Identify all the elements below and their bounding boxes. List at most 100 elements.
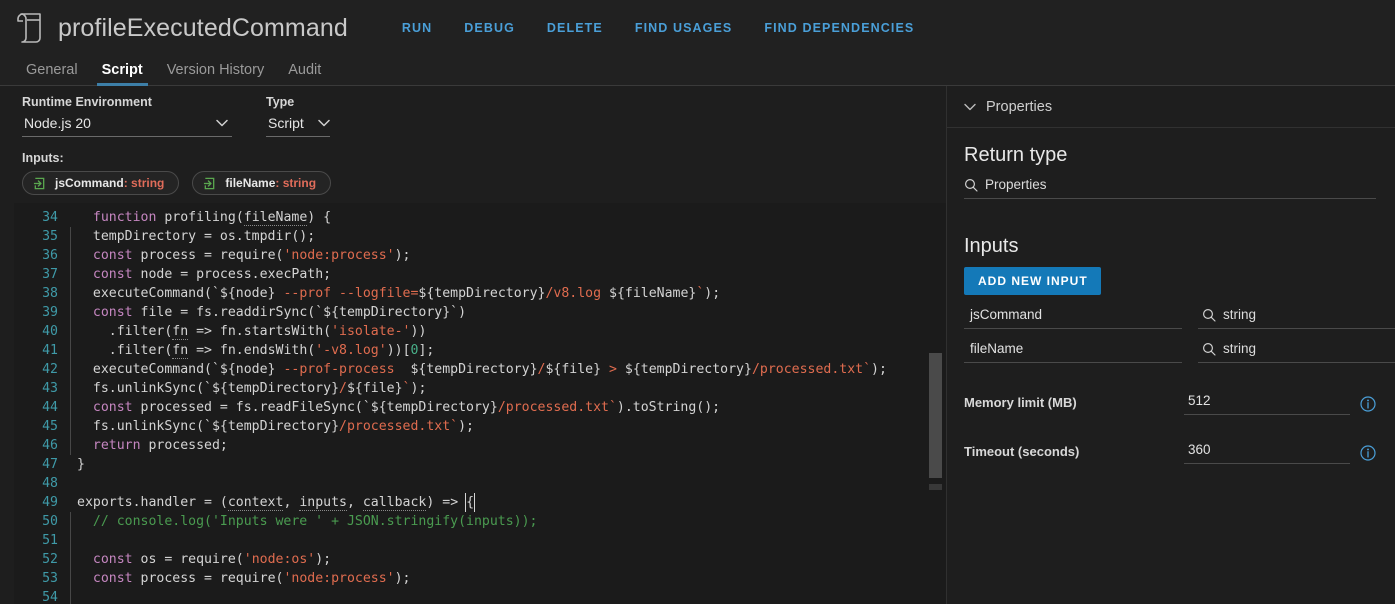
delete-button[interactable]: DELETE bbox=[531, 15, 619, 41]
indent-guide bbox=[66, 569, 77, 588]
input-arrow-icon bbox=[204, 177, 215, 189]
code-line[interactable]: 52 const os = require('node:os'); bbox=[14, 550, 946, 569]
code-line[interactable]: 35 tempDirectory = os.tmpdir(); bbox=[14, 227, 946, 246]
line-number: 35 bbox=[42, 229, 58, 244]
code-line[interactable]: 53 const process = require('node:process… bbox=[14, 569, 946, 588]
indent-guide bbox=[66, 436, 77, 455]
input-type-value: string bbox=[1223, 341, 1257, 356]
code-scrollbar-thumb[interactable] bbox=[929, 353, 942, 478]
input-chip-type: : string bbox=[123, 176, 165, 190]
line-number: 51 bbox=[42, 533, 58, 548]
input-type-value: string bbox=[1223, 307, 1257, 322]
code-line[interactable]: 40 .filter(fn => fn.startsWith('isolate-… bbox=[14, 322, 946, 341]
memory-limit-label: Memory limit (MB) bbox=[964, 395, 1077, 410]
tab-bar: General Script Version History Audit bbox=[0, 56, 1395, 86]
info-icon[interactable] bbox=[1360, 396, 1376, 412]
line-number: 38 bbox=[42, 286, 58, 301]
tab-general[interactable]: General bbox=[14, 62, 90, 85]
indent-guide bbox=[66, 303, 77, 322]
tab-version-history[interactable]: Version History bbox=[155, 62, 277, 85]
input-chip-type: : string bbox=[275, 176, 317, 190]
code-line[interactable]: 36 const process = require('node:process… bbox=[14, 246, 946, 265]
code-line[interactable]: 47} bbox=[14, 455, 946, 474]
tab-script[interactable]: Script bbox=[90, 62, 155, 86]
line-number: 54 bbox=[42, 590, 58, 604]
code-text: function profiling(fileName) { bbox=[92, 210, 332, 226]
memory-limit-row: Memory limit (MB) 512 bbox=[964, 393, 1395, 415]
line-number: 43 bbox=[42, 381, 58, 396]
code-line[interactable]: 38 executeCommand(`${node} --prof --logf… bbox=[14, 284, 946, 303]
code-line[interactable]: 51 bbox=[14, 531, 946, 550]
code-line[interactable]: 45 fs.unlinkSync(`${tempDirectory}/proce… bbox=[14, 417, 946, 436]
indent-guide bbox=[66, 284, 77, 303]
code-line[interactable]: 39 const file = fs.readdirSync(`${tempDi… bbox=[14, 303, 946, 322]
code-line[interactable]: 43 fs.unlinkSync(`${tempDirectory}/${fil… bbox=[14, 379, 946, 398]
indent-guide bbox=[66, 417, 77, 436]
input-chips: jsCommand : string fileName : string bbox=[22, 171, 946, 195]
line-number: 34 bbox=[42, 210, 58, 225]
indent-guide bbox=[66, 246, 77, 265]
line-number: 53 bbox=[42, 571, 58, 586]
code-line[interactable]: 34 function profiling(fileName) { bbox=[14, 208, 946, 227]
code-text: const os = require('node:os'); bbox=[92, 552, 332, 567]
input-chip-filename[interactable]: fileName : string bbox=[192, 171, 332, 195]
find-usages-button[interactable]: FIND USAGES bbox=[619, 15, 749, 41]
input-name-field[interactable]: fileName bbox=[964, 341, 1182, 363]
code-line[interactable]: 46 return processed; bbox=[14, 436, 946, 455]
chevron-down-icon bbox=[318, 119, 330, 127]
indent-guide bbox=[66, 227, 77, 246]
run-button[interactable]: RUN bbox=[386, 15, 448, 41]
return-type-input[interactable]: Properties bbox=[964, 177, 1376, 199]
line-number: 46 bbox=[42, 438, 58, 453]
code-line[interactable]: 41 .filter(fn => fn.endsWith('-v8.log'))… bbox=[14, 341, 946, 360]
input-type-field[interactable]: string bbox=[1198, 307, 1395, 329]
tab-audit[interactable]: Audit bbox=[276, 62, 333, 85]
line-number: 36 bbox=[42, 248, 58, 263]
code-text: return processed; bbox=[92, 438, 228, 453]
code-text: const node = process.execPath; bbox=[92, 267, 332, 282]
add-new-input-button[interactable]: ADD NEW INPUT bbox=[964, 267, 1101, 295]
code-text: executeCommand(`${node} --prof --logfile… bbox=[77, 286, 721, 301]
code-text: tempDirectory = os.tmpdir(); bbox=[77, 229, 316, 244]
chevron-down-icon bbox=[964, 103, 976, 110]
runtime-environment-select[interactable]: Node.js 20 bbox=[22, 113, 232, 137]
code-line[interactable]: 37 const node = process.execPath; bbox=[14, 265, 946, 284]
code-line[interactable]: 49 exports.handler = (context, inputs, ca… bbox=[14, 493, 946, 512]
type-select[interactable]: Script bbox=[266, 113, 330, 137]
code-text: } bbox=[77, 457, 85, 472]
input-chip-jscommand[interactable]: jsCommand : string bbox=[22, 171, 180, 195]
code-text: fs.unlinkSync(`${tempDirectory}/${file}`… bbox=[77, 381, 427, 396]
code-text: fs.unlinkSync(`${tempDirectory}/processe… bbox=[77, 419, 474, 434]
debug-button[interactable]: DEBUG bbox=[448, 15, 531, 41]
indent-guide bbox=[66, 512, 77, 531]
line-number: 45 bbox=[42, 419, 58, 434]
info-icon[interactable] bbox=[1360, 445, 1376, 461]
timeout-input[interactable]: 360 bbox=[1184, 442, 1350, 464]
code-text: executeCommand(`${node} --prof-process $… bbox=[77, 362, 887, 377]
find-dependencies-button[interactable]: FIND DEPENDENCIES bbox=[748, 15, 930, 41]
input-type-field[interactable]: string bbox=[1198, 341, 1395, 363]
indent-guide bbox=[66, 341, 77, 360]
input-rows: jsCommand string fileName string bbox=[964, 307, 1395, 363]
indent-guide bbox=[66, 379, 77, 398]
indent-guide bbox=[66, 360, 77, 379]
type-group: Type Script bbox=[266, 95, 330, 137]
code-line[interactable]: 44 const processed = fs.readFileSync(`${… bbox=[14, 398, 946, 417]
code-line[interactable]: 48 bbox=[14, 474, 946, 493]
code-line[interactable]: 50 // console.log('Inputs were ' + JSON.… bbox=[14, 512, 946, 531]
indent-guide bbox=[66, 398, 77, 417]
input-name-field[interactable]: jsCommand bbox=[964, 307, 1182, 329]
script-document-icon bbox=[17, 13, 41, 43]
properties-panel-header[interactable]: Properties bbox=[947, 86, 1395, 128]
code-lines[interactable]: 34 function profiling(fileName) {35 temp… bbox=[14, 203, 946, 604]
code-line[interactable]: 42 executeCommand(`${node} --prof-proces… bbox=[14, 360, 946, 379]
code-editor[interactable]: 34 function profiling(fileName) {35 temp… bbox=[0, 203, 946, 604]
memory-limit-input[interactable]: 512 bbox=[1184, 393, 1350, 415]
line-number: 42 bbox=[42, 362, 58, 377]
inputs-label: Inputs: bbox=[22, 151, 64, 165]
code-text: const process = require('node:process'); bbox=[92, 248, 411, 263]
code-line[interactable]: 54 bbox=[14, 588, 946, 604]
indent-guide bbox=[66, 550, 77, 569]
runtime-environment-group: Runtime Environment Node.js 20 bbox=[22, 95, 232, 137]
code-text: const file = fs.readdirSync(`${tempDirec… bbox=[92, 305, 467, 320]
